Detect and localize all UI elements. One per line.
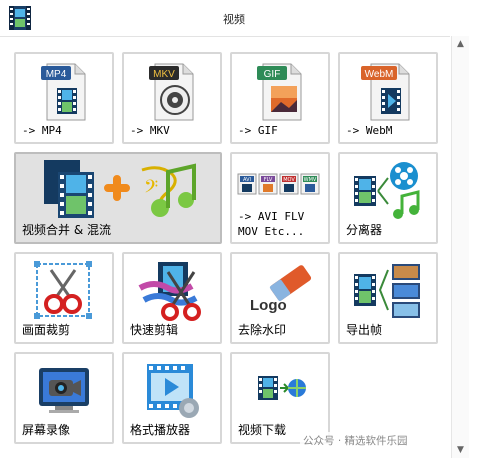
gif-badge-text: GIF: [264, 69, 281, 80]
mkv-file-icon: MKV: [149, 63, 194, 121]
convert-mp4-tile[interactable]: MP4 -> MP4: [14, 52, 114, 144]
convert-other-formats-tile[interactable]: AVI FLV MOV WMV -> AVI FLV MOV Etc...: [230, 152, 330, 244]
tile-label: -> MKV: [130, 124, 170, 137]
format-wmv: WMV: [304, 177, 317, 183]
screen-recorder-icon: [39, 368, 89, 413]
tile-label: 画面裁剪: [22, 323, 71, 337]
tile-label: -> AVI FLV MOV Etc...: [238, 210, 305, 238]
splitter-tile[interactable]: 分离器: [338, 152, 438, 244]
convert-gif-tile[interactable]: GIF -> GIF: [230, 52, 330, 144]
mp4-file-icon: MP4: [41, 63, 86, 121]
quick-edit-tile[interactable]: 快速剪辑: [122, 252, 222, 344]
merge-film-music-icon: 𝄢: [44, 160, 196, 218]
export-frames-icon: [354, 264, 420, 318]
convert-webm-tile[interactable]: WebM -> WebM: [338, 52, 438, 144]
gif-file-icon: GIF: [257, 63, 302, 121]
merge-mux-tile[interactable]: 𝄢 视频合并 & 混流: [14, 152, 222, 244]
tile-label: 视频下载: [238, 423, 287, 437]
screen-record-tile[interactable]: 屏幕录像: [14, 352, 114, 444]
scroll-down-arrow-icon[interactable]: ▼: [452, 442, 469, 458]
webm-file-icon: WebM: [361, 63, 410, 121]
quick-cut-icon: [138, 262, 201, 321]
tile-label: 格式播放器: [130, 423, 191, 437]
video-download-tile[interactable]: 视频下载: [230, 352, 330, 444]
tile-label: 分离器: [346, 223, 383, 237]
format-strip-icon: AVI FLV MOV WMV: [237, 173, 320, 195]
format-player-tile[interactable]: 格式播放器: [122, 352, 222, 444]
tile-label: 视频合并 & 混流: [22, 223, 111, 237]
title-bar: 视频: [0, 0, 468, 36]
watermark-text: 公众号 · 精选软件乐园: [300, 432, 411, 449]
remove-watermark-tile[interactable]: Logo 去除水印: [230, 252, 330, 344]
svg-text:𝄢: 𝄢: [144, 177, 158, 202]
tile-label: 快速剪辑: [130, 323, 179, 337]
eraser-logo-icon: Logo: [250, 265, 312, 314]
mkv-badge-text: MKV: [153, 69, 175, 80]
format-avi: AVI: [243, 177, 251, 183]
crop-scissors-icon: [34, 261, 92, 319]
crop-tile[interactable]: 画面裁剪: [14, 252, 114, 344]
media-player-icon: [147, 364, 199, 418]
tile-label: -> MP4: [22, 124, 62, 137]
mp4-badge-text: MP4: [46, 69, 67, 80]
tool-grid: MP4 -> MP4 MKV -> MKV GIF -> GIF WebM ->…: [14, 52, 446, 452]
convert-mkv-tile[interactable]: MKV -> MKV: [122, 52, 222, 144]
tile-label: -> WebM: [346, 124, 393, 137]
format-flv: FLV: [264, 177, 273, 183]
tile-label: 导出帧: [346, 323, 383, 337]
vertical-scrollbar[interactable]: ▲ ▼: [451, 36, 469, 458]
format-mov: MOV: [283, 177, 295, 183]
export-frames-tile[interactable]: 导出帧: [338, 252, 438, 344]
scroll-up-arrow-icon[interactable]: ▲: [452, 36, 469, 52]
window-title: 视频: [223, 13, 245, 26]
webm-badge-text: WebM: [365, 69, 394, 80]
video-download-icon: [258, 376, 306, 400]
tile-label: 去除水印: [238, 323, 287, 337]
split-video-audio-icon: [354, 162, 420, 219]
tile-label: 屏幕录像: [22, 423, 71, 437]
tile-label: -> GIF: [238, 124, 278, 137]
